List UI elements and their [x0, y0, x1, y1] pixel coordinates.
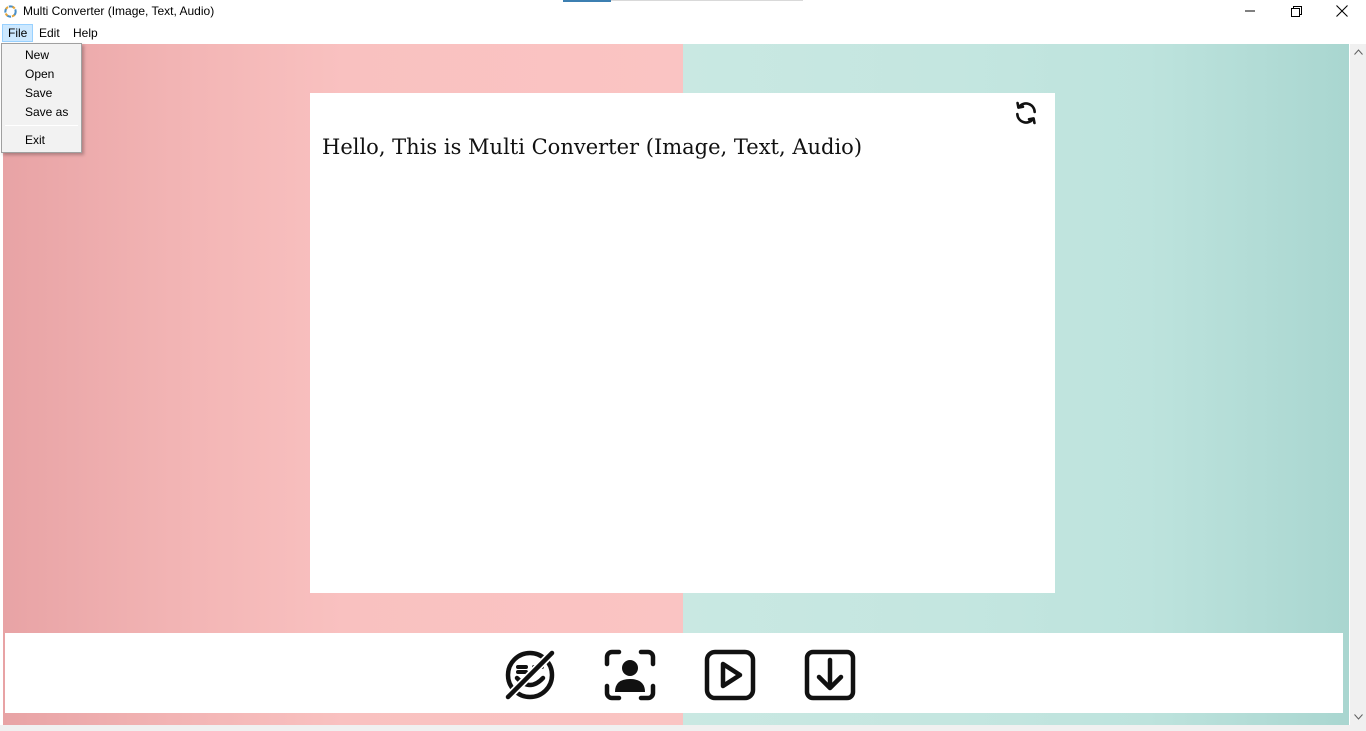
- scroll-up-button[interactable]: [1350, 44, 1366, 60]
- menu-item-save[interactable]: Save: [4, 84, 79, 103]
- main-content: Hello, This is Multi Converter (Image, T…: [3, 44, 1349, 725]
- vertical-scrollbar[interactable]: [1350, 44, 1366, 725]
- menu-bar: File Edit Help: [0, 23, 1366, 43]
- file-dropdown-menu: New Open Save Save as Exit: [1, 43, 82, 153]
- scroll-down-button[interactable]: [1350, 709, 1366, 725]
- app-window: Multi Converter (Image, Text, Audio) Fil…: [0, 0, 1366, 731]
- app-logo-icon: [4, 5, 17, 18]
- chevron-up-icon: [1353, 49, 1363, 55]
- refresh-icon[interactable]: [1013, 100, 1039, 126]
- text-display-panel[interactable]: Hello, This is Multi Converter (Image, T…: [310, 93, 1055, 593]
- menu-item-new[interactable]: New: [4, 46, 79, 65]
- title-accent-bar: [563, 0, 611, 2]
- emoji-convert-button[interactable]: [503, 648, 557, 702]
- menu-help[interactable]: Help: [68, 24, 103, 42]
- menu-item-save-as[interactable]: Save as: [4, 103, 79, 122]
- download-icon: [804, 649, 856, 701]
- panel-text: Hello, This is Multi Converter (Image, T…: [322, 135, 863, 159]
- horizontal-scrollbar: [0, 725, 1366, 731]
- menu-item-exit[interactable]: Exit: [4, 131, 79, 150]
- restore-icon: [1290, 5, 1302, 17]
- minimize-button[interactable]: [1227, 0, 1273, 22]
- download-button[interactable]: [803, 648, 857, 702]
- close-button[interactable]: [1319, 0, 1365, 22]
- restore-button[interactable]: [1273, 0, 1319, 22]
- play-audio-button[interactable]: [703, 648, 757, 702]
- emoji-off-icon: [505, 650, 555, 700]
- menu-item-open[interactable]: Open: [4, 65, 79, 84]
- menu-file[interactable]: File: [2, 24, 34, 42]
- chevron-down-icon: [1353, 714, 1363, 720]
- window-title: Multi Converter (Image, Text, Audio): [23, 4, 215, 18]
- face-scan-button[interactable]: [603, 648, 657, 702]
- title-bar: Multi Converter (Image, Text, Audio): [0, 0, 1366, 23]
- face-scan-icon: [604, 649, 656, 701]
- minimize-icon: [1245, 10, 1255, 12]
- menu-separator: [5, 125, 78, 126]
- close-icon: [1336, 5, 1348, 17]
- title-accent-line: [611, 0, 803, 1]
- play-icon: [704, 649, 756, 701]
- bottom-toolbar: [5, 633, 1343, 713]
- menu-edit[interactable]: Edit: [34, 24, 65, 42]
